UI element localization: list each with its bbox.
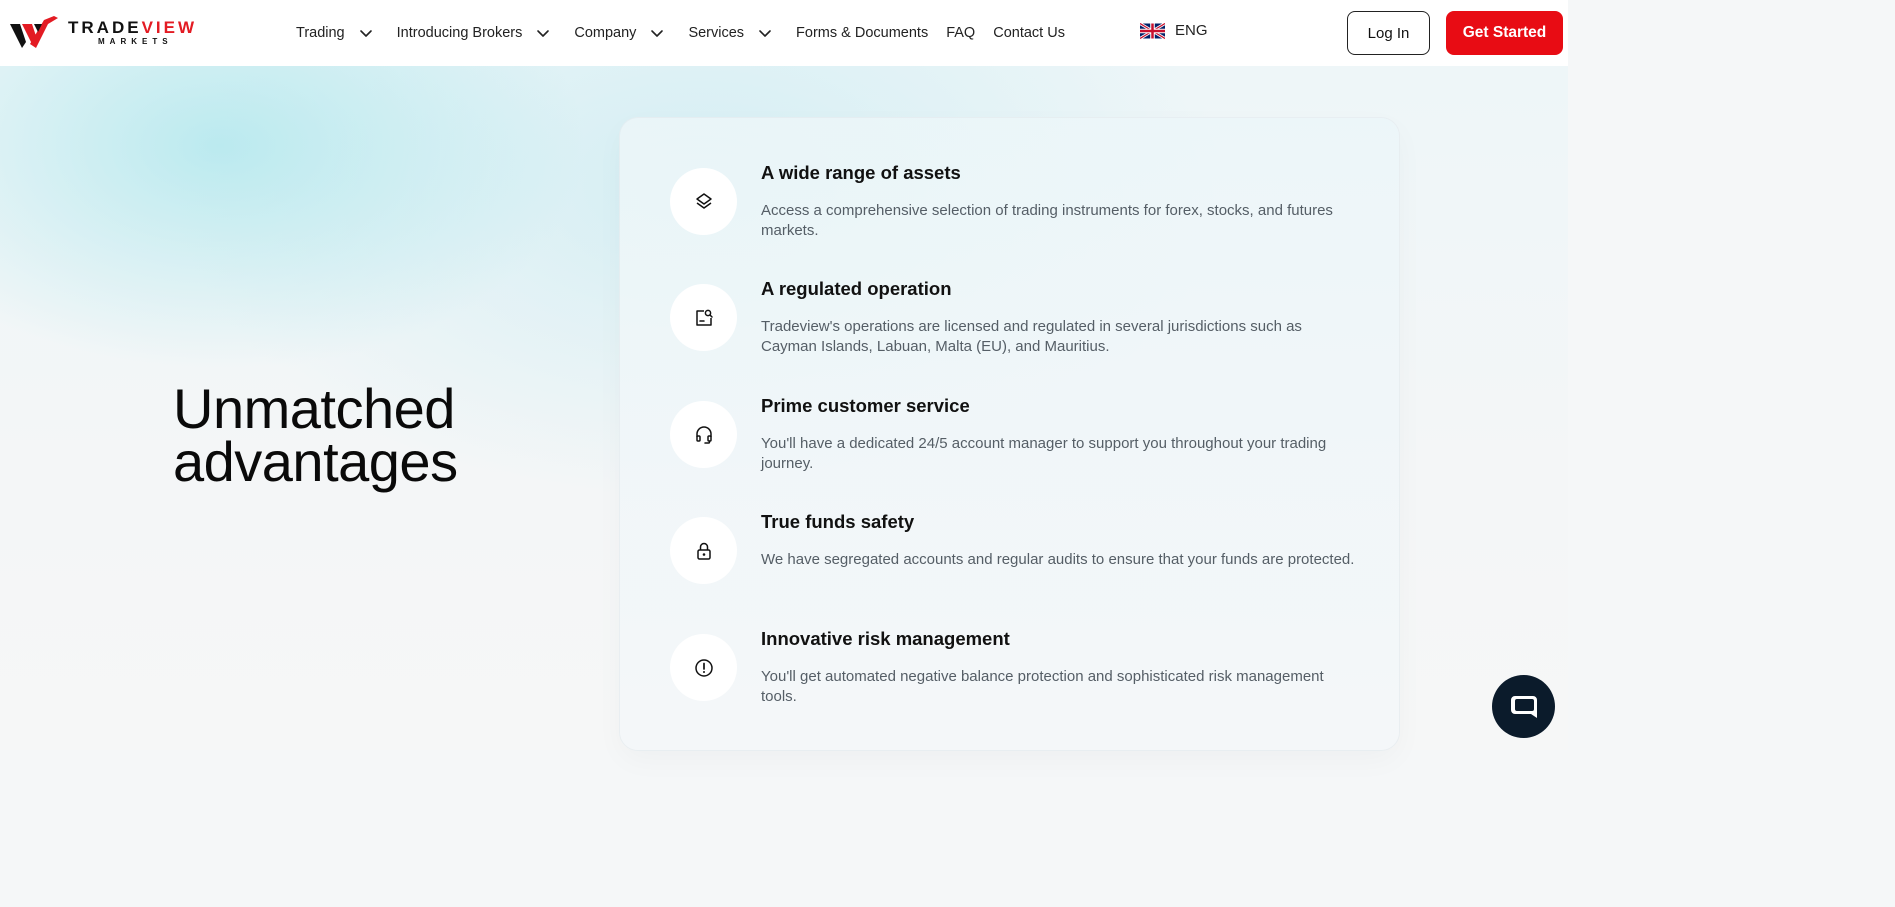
feature-icon-circle xyxy=(670,168,737,235)
feature-icon-circle xyxy=(670,634,737,701)
logo-wordmark: TRADEVIEW MARKETS xyxy=(68,19,197,46)
logo-word-red: VIEW xyxy=(141,17,198,37)
chat-widget-button[interactable] xyxy=(1492,675,1555,738)
title-line-2: advantages xyxy=(173,430,458,493)
logo-sub: MARKETS xyxy=(98,36,173,46)
nav-item-services[interactable]: Services xyxy=(688,25,778,41)
feature-title: Prime customer service xyxy=(761,395,970,416)
chevron-down-icon xyxy=(759,30,771,37)
feature-title: True funds safety xyxy=(761,511,915,532)
nav-item-label: Services xyxy=(688,25,745,41)
feature-item: Innovative risk management You'll get au… xyxy=(670,628,1370,744)
nav-item-label: Company xyxy=(574,25,637,41)
nav-item-faq[interactable]: FAQ xyxy=(946,25,975,41)
feature-item: A regulated operation Tradeview's operat… xyxy=(670,278,1370,394)
nav-item-company[interactable]: Company xyxy=(574,25,670,41)
feature-item: True funds safety We have segregated acc… xyxy=(670,511,1370,627)
regulated-document-icon xyxy=(695,309,713,326)
logo-word-black: TRADE xyxy=(68,17,142,37)
feature-icon-circle xyxy=(670,517,737,584)
login-button[interactable]: Log In xyxy=(1347,11,1430,55)
feature-description: You'll get automated negative balance pr… xyxy=(761,668,1324,705)
nav-item-label: Introducing Brokers xyxy=(396,25,523,41)
feature-icon-circle xyxy=(670,284,737,351)
site-header: TRADEVIEW MARKETS Trading Introducing Br… xyxy=(0,0,1568,66)
chevron-down-icon xyxy=(359,30,372,37)
feature-description: We have segregated accounts and regular … xyxy=(761,551,1355,568)
nav-item-introducing-brokers[interactable]: Introducing Brokers xyxy=(397,25,557,41)
get-started-button[interactable]: Get Started xyxy=(1446,11,1563,55)
feature-description: You'll have a dedicated 24/5 account man… xyxy=(761,435,1327,472)
logo-mark-icon xyxy=(10,16,58,48)
chevron-down-icon xyxy=(537,30,550,37)
chat-bubble-icon xyxy=(1510,695,1537,718)
main-nav: Trading Introducing Brokers Company Serv… xyxy=(296,0,1083,66)
feature-title: A wide range of assets xyxy=(761,162,961,183)
language-label: ENG xyxy=(1175,22,1208,39)
page-title: Unmatched advantages xyxy=(173,381,573,490)
feature-title: A regulated operation xyxy=(761,278,952,299)
feature-item: A wide range of assets Access a comprehe… xyxy=(670,162,1370,278)
nav-item-forms-documents[interactable]: Forms & Documents xyxy=(796,25,928,41)
feature-description: Access a comprehensive selection of trad… xyxy=(761,202,1333,239)
headset-icon xyxy=(695,425,712,444)
chevron-down-icon xyxy=(651,30,664,37)
language-selector[interactable]: ENG xyxy=(1140,22,1208,39)
nav-item-label: Contact Us xyxy=(993,25,1065,41)
feature-item: Prime customer service You'll have a ded… xyxy=(670,395,1370,511)
alert-circle-icon xyxy=(694,658,713,677)
layers-icon xyxy=(695,192,712,209)
nav-item-contact-us[interactable]: Contact Us xyxy=(993,25,1065,41)
feature-title: Innovative risk management xyxy=(761,628,1010,649)
feature-description: Tradeview's operations are licensed and … xyxy=(761,318,1302,355)
nav-item-trading[interactable]: Trading xyxy=(296,25,379,41)
nav-item-label: Trading xyxy=(296,25,345,41)
nav-item-label: Forms & Documents xyxy=(796,25,929,41)
tradeview-logo[interactable]: TRADEVIEW MARKETS xyxy=(8,14,213,50)
uk-flag-icon xyxy=(1140,22,1165,39)
advantages-card: A wide range of assets Access a comprehe… xyxy=(620,118,1399,750)
lock-icon xyxy=(696,542,711,560)
nav-item-label: FAQ xyxy=(946,25,976,41)
feature-icon-circle xyxy=(670,401,737,468)
